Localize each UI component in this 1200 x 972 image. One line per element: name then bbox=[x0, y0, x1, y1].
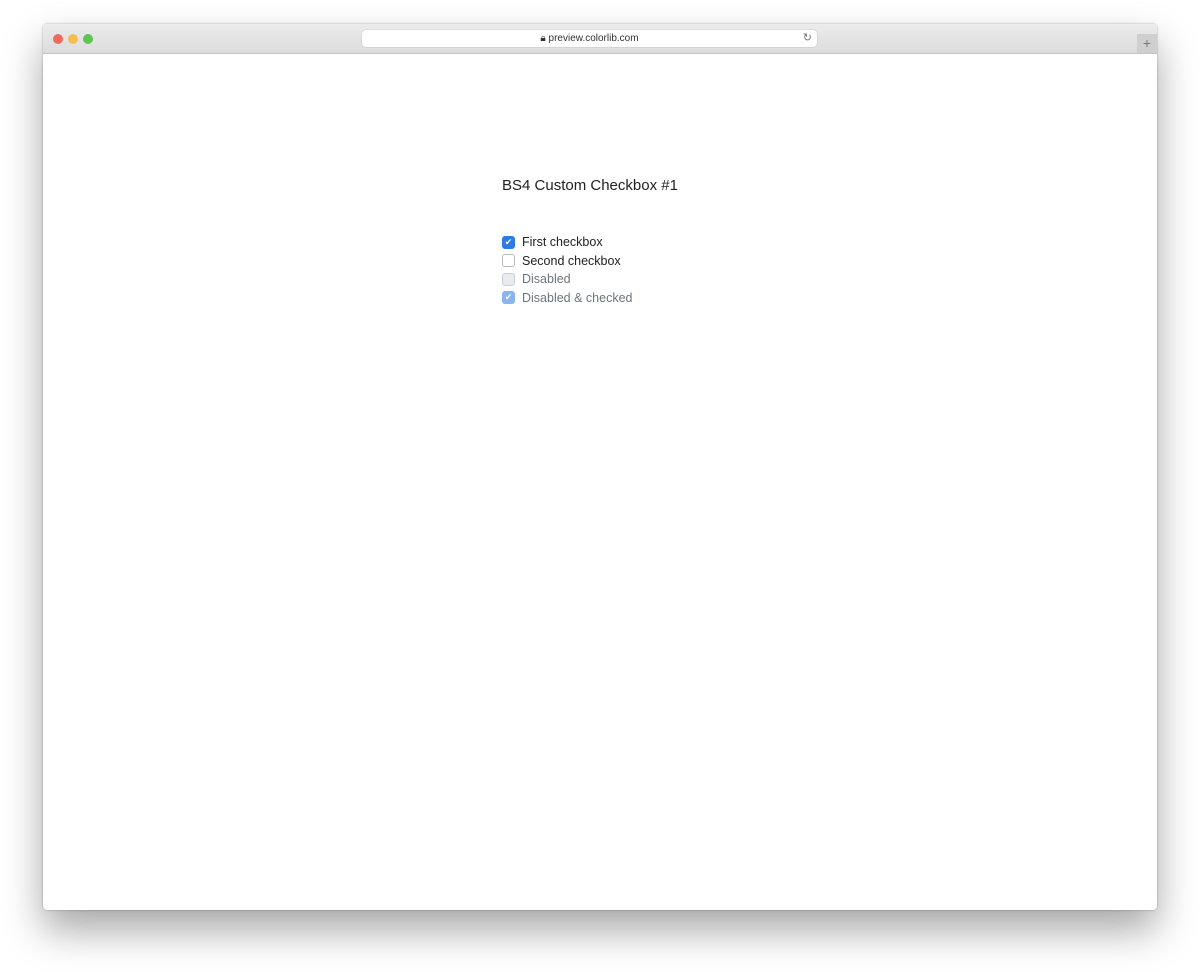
lock-icon: 🔒︎ bbox=[540, 33, 546, 44]
check-icon: ✔ bbox=[502, 291, 515, 305]
checkbox-disabled-checked: ✔ Disabled & checked bbox=[502, 289, 632, 308]
checkbox-second[interactable]: Second checkbox bbox=[502, 252, 632, 271]
checkbox-list: ✔ First checkbox Second checkbox Disabled… bbox=[502, 233, 632, 307]
browser-window: 🔒︎ preview.colorlib.com ↻ + BS4 Custom Ch… bbox=[43, 24, 1157, 910]
checkbox-label: Disabled bbox=[522, 272, 571, 287]
close-button[interactable] bbox=[53, 34, 63, 44]
checkbox-label: Second checkbox bbox=[522, 253, 621, 268]
checkbox-box[interactable] bbox=[502, 254, 515, 268]
url-text: preview.colorlib.com bbox=[548, 33, 639, 44]
address-bar[interactable]: 🔒︎ preview.colorlib.com ↻ bbox=[362, 30, 817, 47]
checkbox-first[interactable]: ✔ First checkbox bbox=[502, 233, 632, 252]
title-bar: 🔒︎ preview.colorlib.com ↻ + bbox=[43, 24, 1157, 54]
new-tab-button[interactable]: + bbox=[1137, 34, 1157, 53]
minimize-button[interactable] bbox=[68, 34, 78, 44]
page-title: BS4 Custom Checkbox #1 bbox=[502, 177, 678, 194]
checkbox-box bbox=[502, 272, 515, 286]
checkbox-label: First checkbox bbox=[522, 235, 603, 250]
checkbox-label: Disabled & checked bbox=[522, 290, 633, 305]
maximize-button[interactable] bbox=[83, 34, 93, 44]
checkbox-disabled: Disabled bbox=[502, 270, 632, 289]
check-icon[interactable]: ✔ bbox=[502, 235, 515, 249]
reload-icon[interactable]: ↻ bbox=[803, 30, 812, 47]
